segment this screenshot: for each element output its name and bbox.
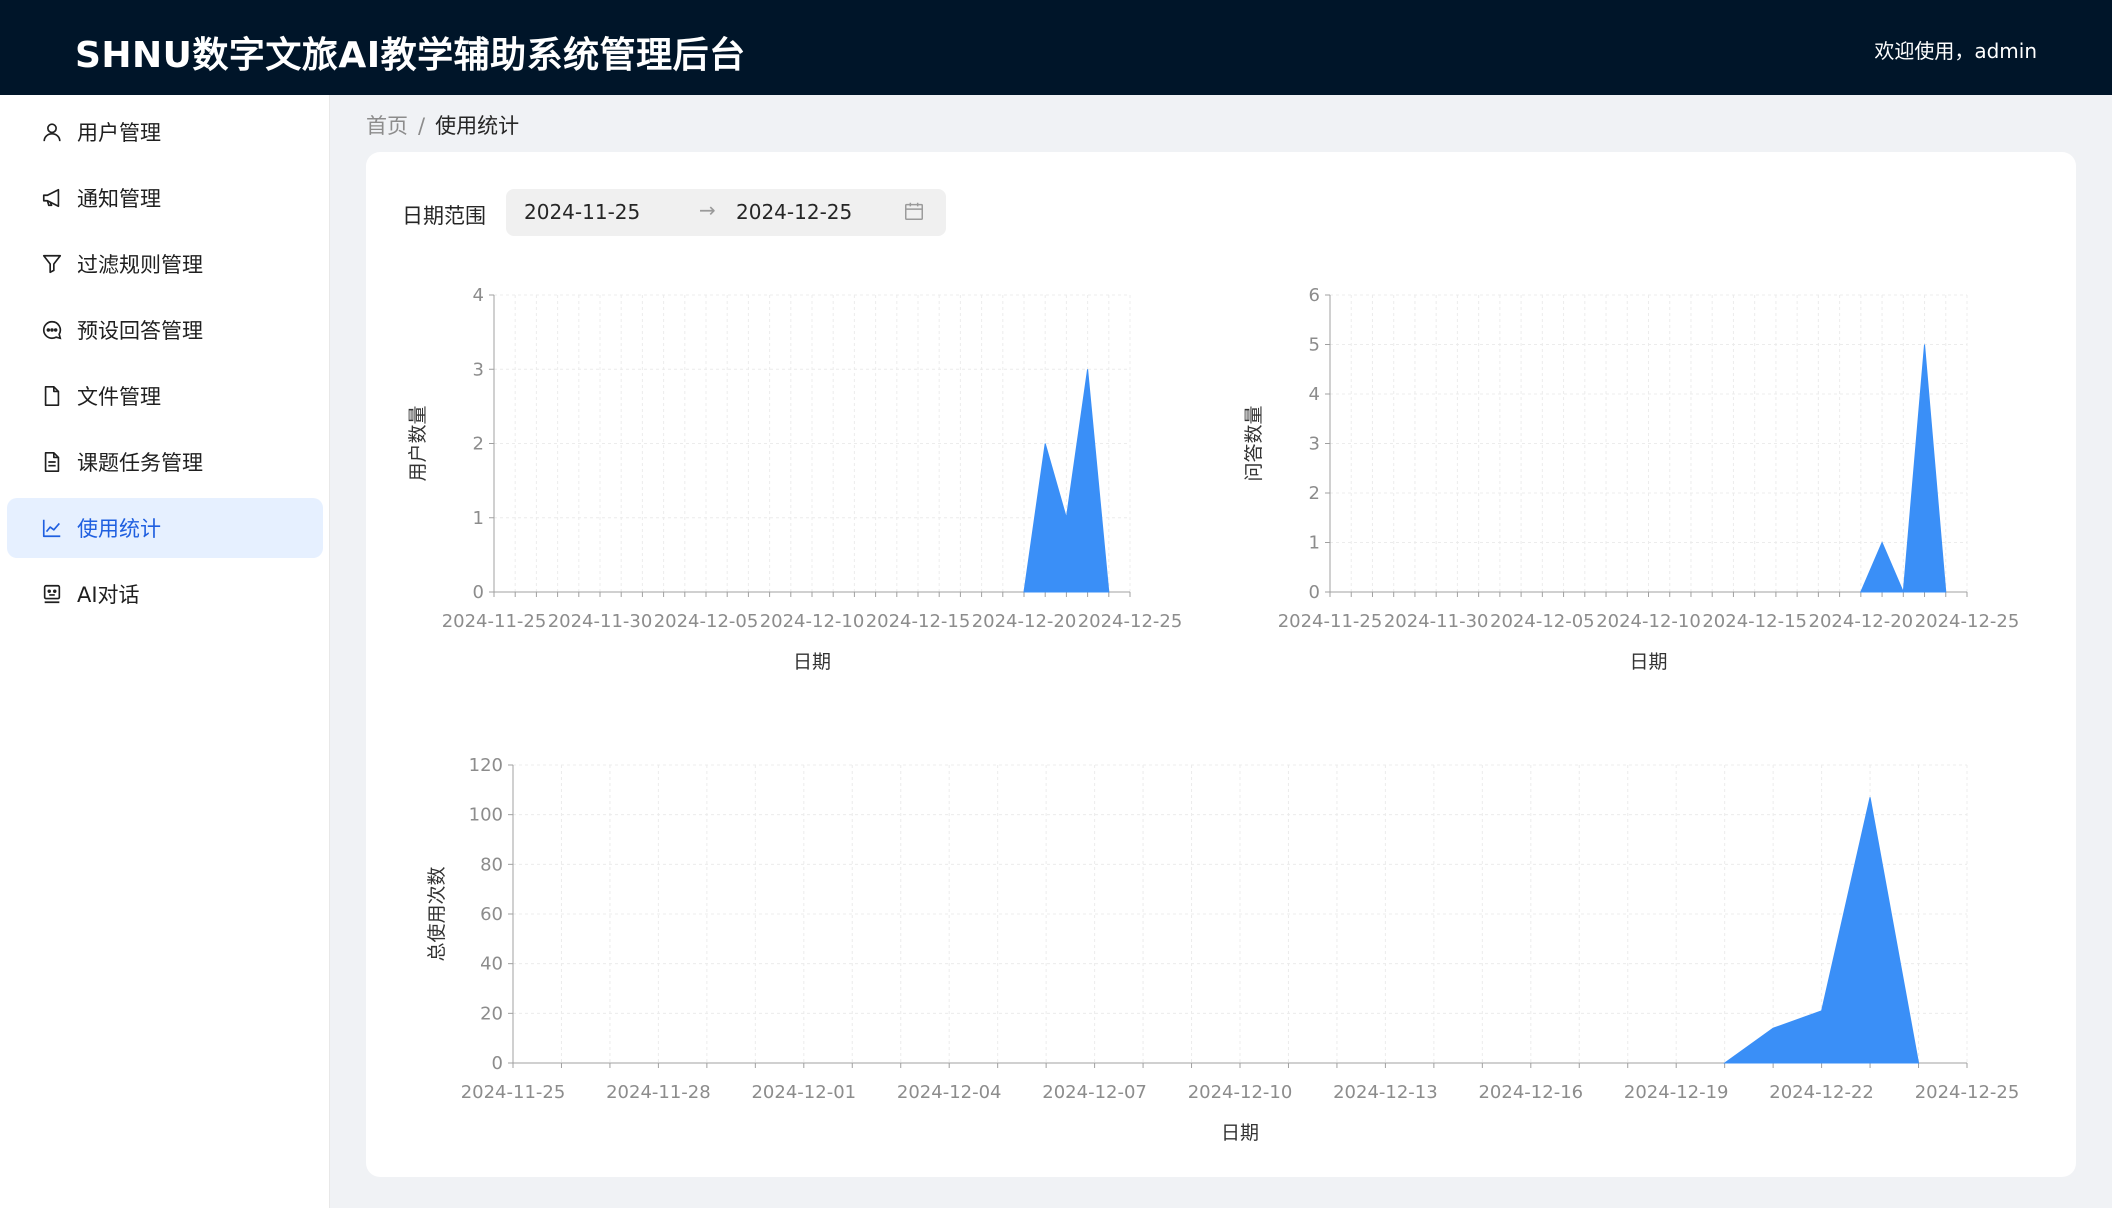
y-tick-label: 0 (473, 582, 484, 603)
y-tick-label: 2 (473, 434, 484, 455)
date-range-start-input[interactable]: 2024-11-25 (524, 200, 640, 224)
sidebar-item-label: AI对话 (77, 583, 140, 607)
x-axis-label: 日期 (1629, 651, 1667, 673)
x-tick-label: 2024-12-19 (1624, 1082, 1729, 1103)
sidebar-item-label: 使用统计 (77, 517, 161, 541)
line-chart-icon (42, 519, 61, 538)
usage-area (1023, 369, 1110, 593)
x-tick-label: 2024-11-25 (461, 1082, 566, 1103)
date-range-label: 日期范围 (402, 204, 486, 228)
y-tick-label: 2 (1309, 483, 1320, 504)
file-icon (44, 386, 60, 406)
breadcrumb-home[interactable]: 首页 (366, 114, 408, 138)
sidebar-item-label: 通知管理 (77, 187, 161, 211)
total-usage-chart: 0 20 40 60 80 100 120 2024-11-25 2024-11-28 2024-… (426, 755, 2020, 1144)
y-tick-label: 100 (469, 805, 503, 826)
x-tick-label: 2024-12-25 (1915, 611, 2020, 632)
sidebar-item-label: 过滤规则管理 (77, 253, 203, 277)
x-tick-label: 2024-12-10 (1596, 611, 1701, 632)
x-axis-label: 日期 (1221, 1122, 1259, 1144)
welcome-text: 欢迎使用，admin (1874, 39, 2037, 63)
y-tick-label: 0 (492, 1053, 503, 1074)
y-tick-label: 40 (480, 954, 503, 975)
file-text-icon (44, 452, 60, 472)
date-range-end-input[interactable]: 2024-12-25 (736, 200, 852, 224)
x-tick-label: 2024-12-04 (897, 1082, 1002, 1103)
breadcrumb-current: 使用统计 (435, 114, 520, 138)
x-tick-label: 2024-12-07 (1042, 1082, 1147, 1103)
x-axis-label: 日期 (793, 651, 831, 673)
x-tick-label: 2024-12-25 (1915, 1082, 2020, 1103)
x-tick-label: 2024-12-10 (760, 611, 865, 632)
x-tick-label: 2024-11-30 (548, 611, 653, 632)
sidebar-item-label: 预设回答管理 (77, 319, 203, 343)
x-tick-label: 2024-12-05 (654, 611, 759, 632)
y-tick-label: 1 (473, 508, 484, 529)
sidebar-item-task-management[interactable]: 课题任务管理 (7, 432, 323, 492)
y-tick-label: 1 (1309, 533, 1320, 554)
megaphone-icon (42, 188, 60, 208)
breadcrumb: 首页 / 使用统计 (366, 110, 519, 140)
message-icon (43, 320, 62, 340)
x-tick-label: 2024-11-30 (1384, 611, 1489, 632)
calendar-icon[interactable] (903, 200, 925, 222)
sidebar-item-ai-chat[interactable]: AI对话 (7, 564, 323, 624)
x-tick-label: 2024-12-01 (751, 1082, 856, 1103)
y-axis-label: 问答数量 (1243, 405, 1265, 481)
y-tick-label: 80 (480, 854, 503, 875)
x-tick-label: 2024-11-25 (1278, 611, 1383, 632)
sidebar-item-preset-answers[interactable]: 预设回答管理 (7, 300, 323, 360)
x-tick-label: 2024-12-20 (1809, 611, 1914, 632)
user-icon (43, 123, 61, 142)
sidebar: 用户管理 通知管理 过滤规则管理 预设回答管理 文件管理 课题任务管理 使用统计… (0, 95, 330, 1208)
y-axis-label: 用户数量 (407, 405, 429, 481)
y-tick-label: 4 (473, 285, 484, 306)
y-tick-label: 3 (473, 359, 484, 380)
x-tick-label: 2024-12-16 (1478, 1082, 1583, 1103)
app-title: SHNU数字文旅AI教学辅助系统管理后台 (75, 35, 746, 76)
x-tick-label: 2024-12-05 (1490, 611, 1595, 632)
sidebar-item-user-management[interactable]: 用户管理 (7, 102, 323, 162)
x-tick-label: 2024-12-13 (1333, 1082, 1438, 1103)
y-tick-label: 0 (1309, 582, 1320, 603)
date-range-picker[interactable]: 2024-11-25 → 2024-12-25 (506, 189, 946, 236)
y-tick-label: 60 (480, 904, 503, 925)
y-tick-label: 6 (1309, 285, 1320, 306)
y-tick-label: 120 (469, 755, 503, 776)
x-tick-label: 2024-12-15 (1702, 611, 1807, 632)
sidebar-item-label: 文件管理 (77, 385, 161, 409)
sidebar-item-filter-rules[interactable]: 过滤规则管理 (7, 234, 323, 294)
sidebar-item-file-management[interactable]: 文件管理 (7, 366, 323, 426)
y-tick-label: 3 (1309, 434, 1320, 455)
date-range-arrow: → (699, 198, 716, 222)
robot-icon (43, 584, 61, 604)
y-axis-label: 总使用次数 (426, 866, 448, 961)
x-tick-label: 2024-12-10 (1188, 1082, 1293, 1103)
x-tick-label: 2024-12-20 (972, 611, 1077, 632)
breadcrumb-separator: / (418, 114, 426, 138)
sidebar-item-usage-statistics[interactable]: 使用统计 (7, 498, 323, 558)
y-tick-label: 4 (1309, 384, 1320, 405)
top-header: SHNU数字文旅AI教学辅助系统管理后台 欢迎使用，admin (0, 0, 2112, 95)
sidebar-item-label: 课题任务管理 (77, 451, 203, 475)
x-tick-label: 2024-12-15 (866, 611, 971, 632)
sidebar-item-label: 用户管理 (77, 121, 161, 145)
x-tick-label: 2024-12-25 (1078, 611, 1183, 632)
y-tick-label: 20 (480, 1003, 503, 1024)
y-tick-label: 5 (1309, 335, 1320, 356)
qa-count-chart: 01234562024-11-25 2024-11-30 2024-12-05 202… (1243, 285, 2020, 673)
x-tick-label: 2024-12-22 (1769, 1082, 1874, 1103)
x-tick-label: 2024-11-25 (442, 611, 547, 632)
filter-icon (42, 254, 62, 274)
x-tick-label: 2024-11-28 (606, 1082, 711, 1103)
sidebar-item-notification-management[interactable]: 通知管理 (7, 168, 323, 228)
user-count-chart: 012342024-11-25 2024-11-30 2024-12-05 2024-… (407, 285, 1183, 673)
